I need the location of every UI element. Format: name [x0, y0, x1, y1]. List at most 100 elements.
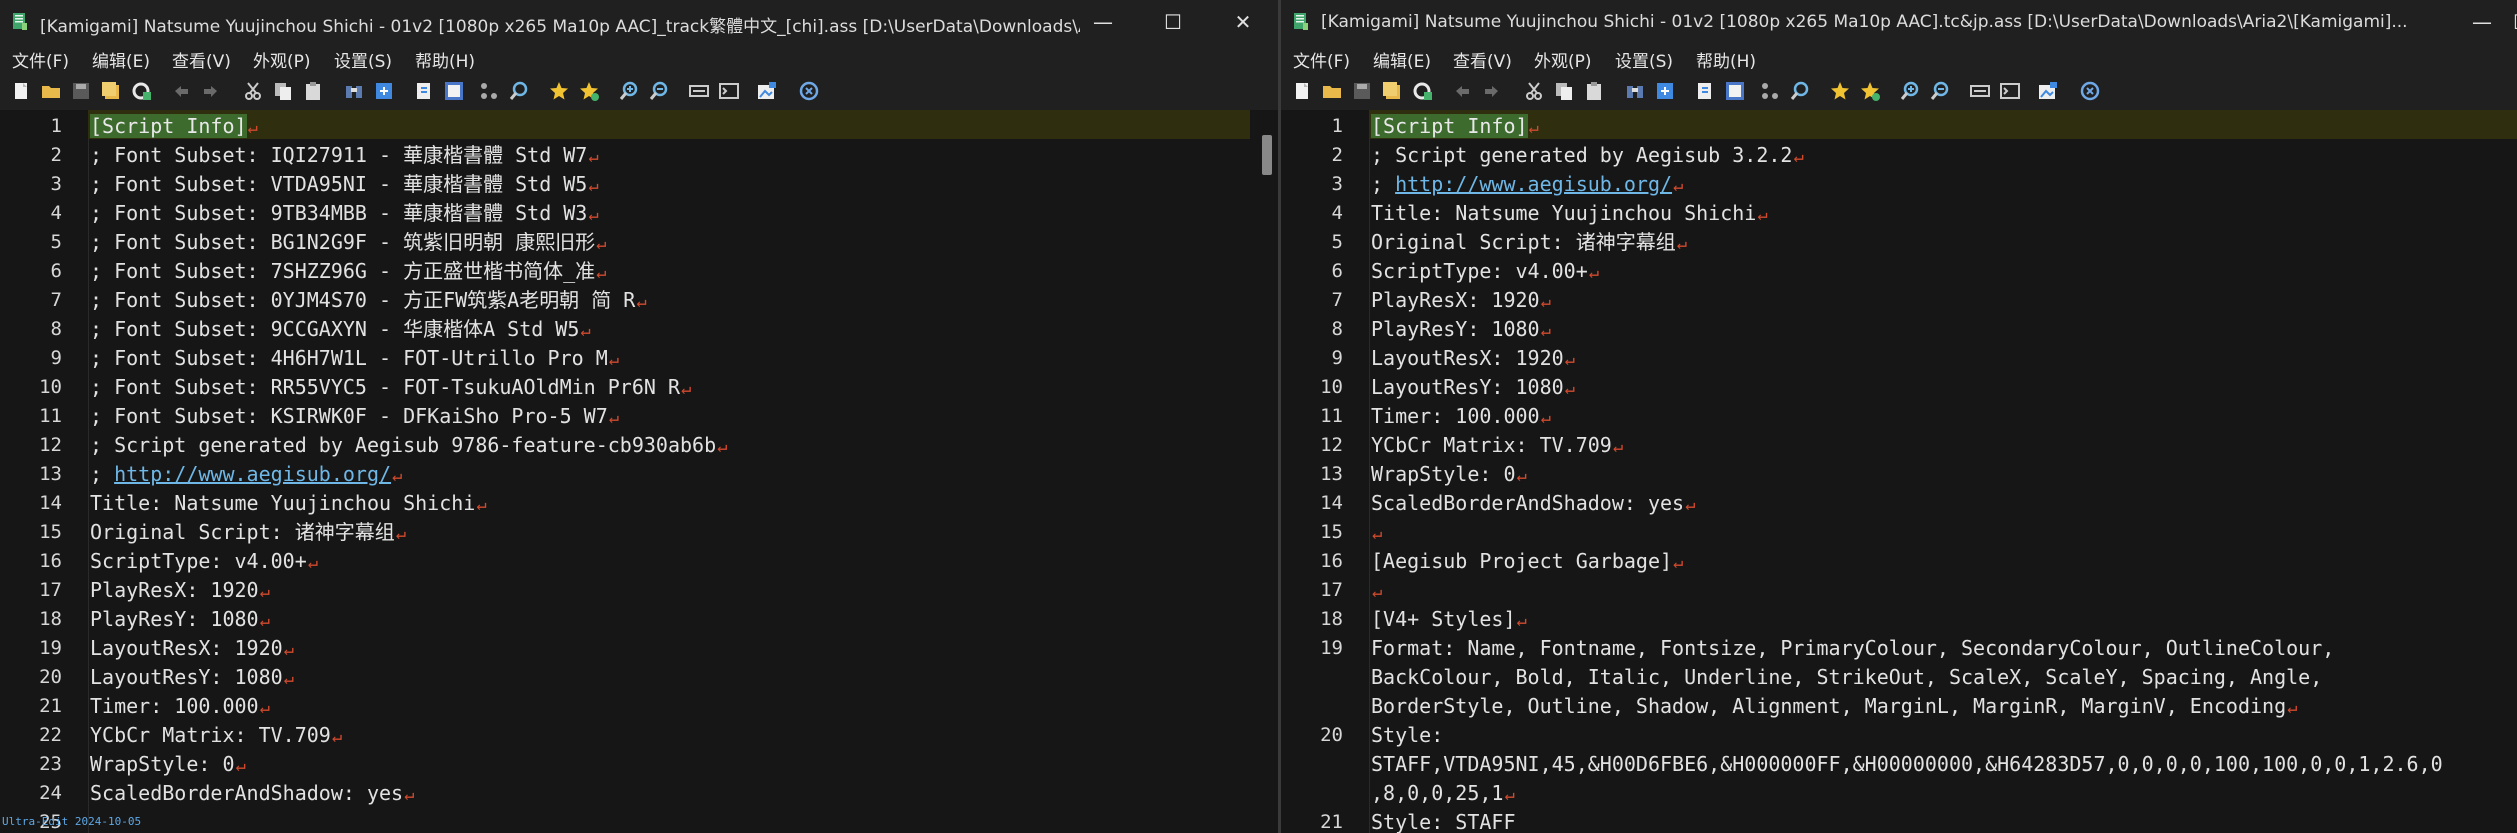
- menu-view[interactable]: 查看(V): [1453, 47, 1512, 72]
- zoom-out-icon[interactable]: [1929, 80, 1951, 102]
- code-line[interactable]: ; Font Subset: 9TB34MBB - 華康楷書體 Std W3↵: [90, 199, 599, 228]
- close-circle-icon[interactable]: [798, 80, 820, 102]
- replace-icon[interactable]: [1654, 80, 1676, 102]
- replace-icon[interactable]: [373, 80, 395, 102]
- export-image-icon[interactable]: [756, 80, 778, 102]
- vertical-scrollbar-thumb[interactable]: [1262, 135, 1272, 175]
- menu-appearance[interactable]: 外观(P): [253, 47, 311, 72]
- star-icon[interactable]: [548, 80, 570, 102]
- network-icon[interactable]: [1759, 80, 1781, 102]
- undo-icon[interactable]: [170, 80, 192, 102]
- code-line[interactable]: Style: STAFF: [1371, 808, 1516, 833]
- maximize-button[interactable]: ☐: [1138, 0, 1208, 44]
- reload-icon[interactable]: [1411, 80, 1433, 102]
- menu-edit[interactable]: 编辑(E): [1373, 47, 1431, 72]
- code-line[interactable]: ↵: [1371, 576, 1382, 605]
- code-line[interactable]: ScaledBorderAndShadow: yes↵: [90, 779, 414, 808]
- code-line[interactable]: YCbCr Matrix: TV.709↵: [1371, 431, 1623, 460]
- code-line[interactable]: PlayResX: 1920↵: [90, 576, 270, 605]
- terminal-icon[interactable]: [718, 80, 740, 102]
- close-circle-icon[interactable]: [2079, 80, 2101, 102]
- code-line[interactable]: WrapStyle: 0↵: [1371, 460, 1527, 489]
- menu-view[interactable]: 查看(V): [172, 47, 231, 72]
- find-icon[interactable]: [343, 80, 365, 102]
- export-image-icon[interactable]: [2037, 80, 2059, 102]
- code-area[interactable]: [Script Info]↵; Font Subset: IQI27911 - …: [88, 110, 1278, 833]
- code-line[interactable]: ; Font Subset: 4H6H7W1L - FOT-Utrillo Pr…: [90, 344, 619, 373]
- find-icon[interactable]: [1624, 80, 1646, 102]
- menu-file[interactable]: 文件(F): [12, 47, 69, 72]
- code-line[interactable]: ; Font Subset: IQI27911 - 華康楷書體 Std W7↵: [90, 141, 599, 170]
- code-line[interactable]: ; Font Subset: BG1N2G9F - 筑紫旧明朝 康熙旧形↵: [90, 228, 606, 257]
- code-line[interactable]: LayoutResX: 1920↵: [90, 634, 294, 663]
- network-icon[interactable]: [478, 80, 500, 102]
- code-line[interactable]: [Script Info]↵: [90, 112, 258, 141]
- star-icon[interactable]: [1829, 80, 1851, 102]
- url-link[interactable]: http://www.aegisub.org/: [1395, 172, 1672, 196]
- open-folder-icon[interactable]: [1321, 80, 1343, 102]
- code-line[interactable]: [V4+ Styles]↵: [1371, 605, 1527, 634]
- reload-icon[interactable]: [130, 80, 152, 102]
- code-line[interactable]: ↵: [1371, 518, 1382, 547]
- open-folder-icon[interactable]: [40, 80, 62, 102]
- code-line[interactable]: ; Script generated by Aegisub 3.2.2↵: [1371, 141, 1804, 170]
- code-line[interactable]: Timer: 100.000↵: [90, 692, 270, 721]
- word-wrap-icon[interactable]: [1724, 80, 1746, 102]
- zoom-in-icon[interactable]: [618, 80, 640, 102]
- cut-icon[interactable]: [1523, 80, 1545, 102]
- new-file-icon[interactable]: [1291, 80, 1313, 102]
- code-area[interactable]: [Script Info]↵; Script generated by Aegi…: [1369, 110, 2517, 833]
- text-editor[interactable]: 1 2 3 4 5 6 7 8 9 10 11 12 13 14 15 16 17 18 19 20 21 [Scrip…: [1281, 110, 2517, 833]
- code-line[interactable]: YCbCr Matrix: TV.709↵: [90, 721, 342, 750]
- menu-edit[interactable]: 编辑(E): [92, 47, 150, 72]
- goto-icon[interactable]: [1694, 80, 1716, 102]
- menu-settings[interactable]: 设置(S): [1615, 47, 1673, 72]
- copy-icon[interactable]: [272, 80, 294, 102]
- cut-icon[interactable]: [242, 80, 264, 102]
- code-line[interactable]: ; Font Subset: 9CCGAXYN - 华康楷体A Std W5↵: [90, 315, 591, 344]
- zoom-in-icon[interactable]: [1899, 80, 1921, 102]
- new-file-icon[interactable]: [10, 80, 32, 102]
- search-icon[interactable]: [508, 80, 530, 102]
- code-line[interactable]: Timer: 100.000↵: [1371, 402, 1551, 431]
- star-add-icon[interactable]: [1859, 80, 1881, 102]
- text-editor[interactable]: 1 2 3 4 5 6 7 8 9 10 11 12 13 14 15 16 17 18 19 20 21 22 23 24 2…: [0, 110, 1278, 833]
- word-wrap-icon[interactable]: [443, 80, 465, 102]
- code-line[interactable]: ScriptType: v4.00+↵: [1371, 257, 1599, 286]
- close-button[interactable]: ✕: [1208, 0, 1278, 44]
- zoom-out-icon[interactable]: [648, 80, 670, 102]
- code-line[interactable]: Title: Natsume Yuujinchou Shichi↵: [1371, 199, 1768, 228]
- code-line[interactable]: ; Font Subset: KSIRWK0F - DFKaiSho Pro-5…: [90, 402, 619, 431]
- code-line[interactable]: PlayResY: 1080↵: [1371, 315, 1551, 344]
- menu-settings[interactable]: 设置(S): [334, 47, 392, 72]
- code-line[interactable]: ScaledBorderAndShadow: yes↵: [1371, 489, 1695, 518]
- url-link[interactable]: http://www.aegisub.org/: [114, 462, 391, 486]
- code-line[interactable]: LayoutResX: 1920↵: [1371, 344, 1575, 373]
- terminal-icon[interactable]: [1999, 80, 2021, 102]
- code-line[interactable]: Title: Natsume Yuujinchou Shichi↵: [90, 489, 487, 518]
- keyboard-icon[interactable]: [688, 80, 710, 102]
- code-line[interactable]: LayoutResY: 1080↵: [90, 663, 294, 692]
- code-line[interactable]: Original Script: 诸神字幕组↵: [1371, 228, 1687, 257]
- code-line[interactable]: BackColour, Bold, Italic, Underline, Str…: [1371, 663, 2322, 692]
- code-line[interactable]: ,8,0,0,25,1↵: [1371, 779, 1515, 808]
- code-line[interactable]: LayoutResY: 1080↵: [1371, 373, 1575, 402]
- code-line[interactable]: BorderStyle, Outline, Shadow, Alignment,…: [1371, 692, 2297, 721]
- minimize-button[interactable]: —: [1068, 0, 1138, 44]
- code-line[interactable]: PlayResY: 1080↵: [90, 605, 270, 634]
- code-line[interactable]: Format: Name, Fontname, Fontsize, Primar…: [1371, 634, 2334, 663]
- copy-icon[interactable]: [1553, 80, 1575, 102]
- menu-help[interactable]: 帮助(H): [1696, 47, 1756, 72]
- menu-help[interactable]: 帮助(H): [415, 47, 475, 72]
- code-line[interactable]: [Aegisub Project Garbage]↵: [1371, 547, 1683, 576]
- code-line[interactable]: ; Font Subset: 0YJM4S70 - 方正FW筑紫A老明朝 简 R…: [90, 286, 647, 315]
- goto-icon[interactable]: [413, 80, 435, 102]
- keyboard-icon[interactable]: [1969, 80, 1991, 102]
- code-line[interactable]: ; Font Subset: 7SHZZ96G - 方正盛世楷书简体_准↵: [90, 257, 606, 286]
- maximize-button[interactable]: ☐: [2487, 0, 2517, 44]
- code-line[interactable]: STAFF,VTDA95NI,45,&H00D6FBE6,&H000000FF,…: [1371, 750, 2443, 779]
- paste-icon[interactable]: [302, 80, 324, 102]
- save-icon[interactable]: [1351, 80, 1373, 102]
- code-line[interactable]: ; http://www.aegisub.org/↵: [1371, 170, 1683, 199]
- code-line[interactable]: Original Script: 诸神字幕组↵: [90, 518, 406, 547]
